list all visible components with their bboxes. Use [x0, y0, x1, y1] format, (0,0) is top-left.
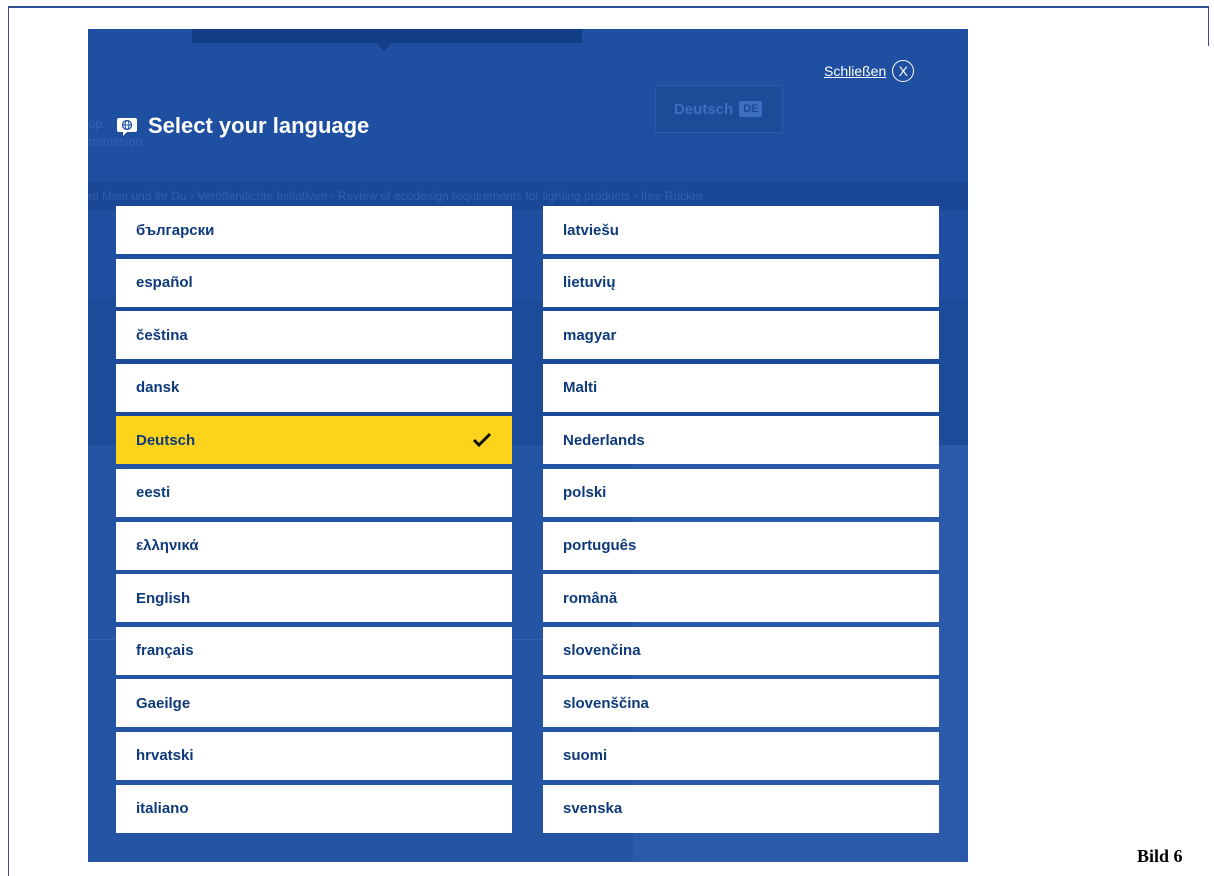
page-frame-left [8, 6, 9, 876]
language-option[interactable]: dansk [116, 363, 512, 412]
language-option[interactable]: svenska [543, 784, 939, 833]
figure-caption: Bild 6 [1137, 846, 1183, 866]
language-option-label: Malti [563, 379, 598, 397]
language-option-label: Gaeilge [136, 694, 191, 712]
background-language-button: Deutsch DE [655, 85, 783, 133]
language-option[interactable]: slovenčina [543, 626, 939, 675]
language-option[interactable]: română [543, 574, 939, 623]
overlay-title: Select your language [148, 113, 370, 138]
page-frame-right [1208, 6, 1209, 46]
language-option[interactable]: español [116, 258, 512, 307]
language-option-label: polski [563, 484, 607, 502]
language-option-label: suomi [563, 747, 608, 765]
language-option-label: italiano [136, 800, 189, 818]
language-option-label: slovenščina [563, 694, 649, 712]
language-option-label: English [136, 589, 191, 607]
language-option-label: latviešu [563, 221, 619, 239]
language-globe-icon [117, 118, 137, 136]
language-option[interactable]: latviešu [543, 206, 939, 254]
language-option[interactable]: português [543, 521, 939, 570]
language-option[interactable]: suomi [543, 731, 939, 780]
language-option-label: dansk [136, 379, 180, 397]
language-overlay: op mmission Deutsch DE ro Mein und ihr D… [88, 29, 968, 862]
background-language-label: Deutsch [674, 100, 734, 118]
language-option-label: Nederlands [563, 431, 645, 449]
language-option-label: lietuvių [563, 274, 616, 292]
close-icon[interactable]: X [892, 60, 915, 82]
language-option[interactable]: eesti [116, 468, 512, 517]
page-frame-top [8, 6, 1208, 8]
language-option-label: română [563, 589, 618, 607]
language-option[interactable]: čeština [116, 311, 512, 360]
language-option[interactable]: français [116, 626, 512, 675]
language-option[interactable]: Nederlands [543, 416, 939, 465]
language-option-label: български [136, 221, 215, 239]
background-tab-notch [376, 43, 392, 51]
background-top-band [192, 29, 582, 43]
language-option-label: magyar [563, 326, 617, 344]
language-option[interactable]: hrvatski [116, 731, 512, 780]
language-option-label: português [563, 537, 637, 555]
language-option[interactable]: български [116, 206, 512, 254]
background-language-code: DE [739, 101, 763, 117]
language-option-label: español [136, 274, 193, 292]
language-option[interactable]: polski [543, 468, 939, 517]
language-list-right: latviešu lietuvių magyar Malti Nederlands pol… [543, 206, 939, 837]
language-option[interactable]: lietuvių [543, 258, 939, 307]
language-option-label: slovenčina [563, 642, 641, 660]
language-option-label: français [136, 642, 194, 660]
language-list-left: български español čeština dansk Deutsch eesti… [116, 206, 512, 837]
language-option-label: Deutsch [136, 431, 196, 449]
language-option[interactable]: Gaeilge [116, 679, 512, 728]
language-option[interactable]: Malti [543, 363, 939, 412]
language-option[interactable]: Deutsch [116, 416, 512, 465]
language-option-label: čeština [136, 326, 188, 344]
language-option-label: hrvatski [136, 747, 194, 765]
close-button[interactable]: Schließen X [824, 60, 915, 82]
close-label[interactable]: Schließen [824, 63, 886, 79]
language-option[interactable]: slovenščina [543, 679, 939, 728]
language-option-label: eesti [136, 484, 171, 502]
language-option[interactable]: magyar [543, 311, 939, 360]
language-option-label: svenska [563, 800, 623, 818]
overlay-title-row: Select your language [116, 113, 369, 139]
language-option[interactable]: ελληνικά [116, 521, 512, 570]
checkmark-icon [472, 433, 492, 448]
language-option[interactable]: italiano [116, 784, 512, 833]
language-option[interactable]: English [116, 574, 512, 623]
language-option-label: ελληνικά [136, 537, 199, 555]
